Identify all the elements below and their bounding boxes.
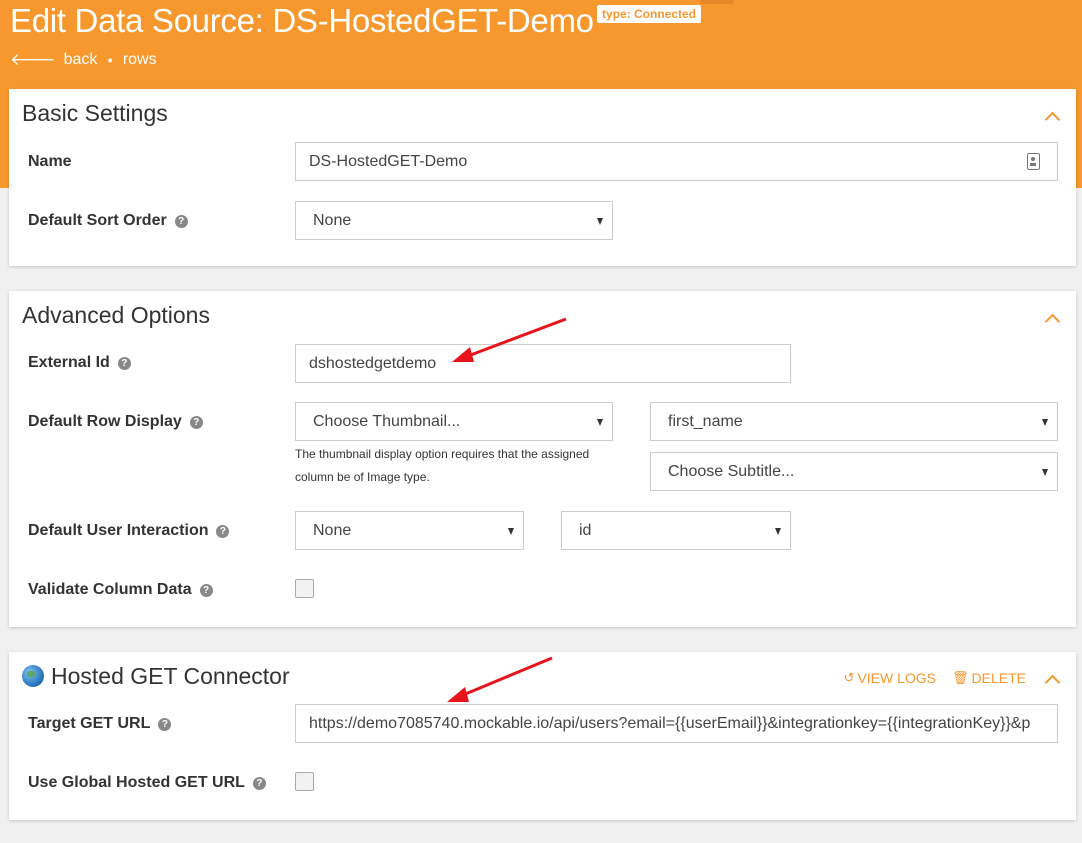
connector-title-text: Hosted GET Connector	[51, 663, 290, 689]
question-circle-icon[interactable]: ?	[216, 524, 230, 538]
page-title: Edit Data Source: DS-HostedGET-Demo	[10, 2, 594, 39]
global-url-label-text: Use Global Hosted GET URL	[28, 774, 245, 791]
subtitle-select[interactable]: Choose Subtitle...	[650, 452, 1058, 491]
question-circle-icon[interactable]: ?	[189, 415, 203, 429]
name-input[interactable]: DS-HostedGET-Demo	[295, 142, 1058, 181]
caret-down-icon	[775, 528, 781, 535]
rows-link[interactable]: rows	[123, 51, 157, 69]
global-url-label: Use Global Hosted GET URL ?	[28, 774, 266, 792]
interaction-value: None	[313, 521, 352, 539]
title-column-value: first_name	[668, 412, 743, 430]
sort-order-value: None	[313, 211, 352, 229]
name-label-text: Name	[28, 153, 72, 170]
row-display-label: Default Row Display ?	[28, 413, 203, 431]
validate-label-text: Validate Column Data	[28, 581, 192, 598]
target-url-input[interactable]: https://demo7085740.mockable.io/api/user…	[295, 704, 1058, 743]
view-logs-label: VIEW LOGS	[857, 670, 937, 686]
interaction-column-value: id	[579, 521, 592, 539]
interaction-column-select[interactable]: id	[561, 511, 791, 550]
basic-settings-title: Basic Settings	[22, 100, 168, 126]
validate-label: Validate Column Data ?	[28, 581, 213, 599]
basic-settings-panel: Basic Settings Name DS-HostedGET-Demo De…	[9, 89, 1076, 266]
breadcrumb: 🡐 back ● rows	[10, 50, 157, 70]
advanced-options-panel: Advanced Options External Id ? dshostedg…	[9, 291, 1076, 627]
question-circle-icon[interactable]: ?	[199, 583, 213, 597]
url-label-text: Target GET URL	[28, 715, 151, 732]
name-label: Name	[28, 153, 72, 171]
delete-button[interactable]: 🗑 DELETE	[952, 670, 1026, 686]
external-id-input[interactable]: dshostedgetdemo	[295, 344, 791, 383]
question-circle-icon[interactable]: ?	[174, 214, 188, 228]
trash-icon: 🗑	[952, 670, 969, 685]
thumbnail-select[interactable]: Choose Thumbnail...	[295, 402, 613, 441]
separator-dot: ●	[107, 55, 113, 65]
connector-actions: ↺ VIEW LOGS 🗑 DELETE	[828, 670, 1026, 686]
validate-checkbox[interactable]	[295, 579, 314, 598]
delete-label: DELETE	[971, 670, 1026, 686]
globe-icon	[22, 665, 44, 687]
chevron-up-icon[interactable]	[1044, 111, 1061, 128]
sort-order-select[interactable]: None	[295, 201, 613, 240]
external-id-label: External Id ?	[28, 354, 131, 372]
target-url-value: https://demo7085740.mockable.io/api/user…	[309, 714, 1031, 732]
interaction-select[interactable]: None	[295, 511, 524, 550]
back-link[interactable]: back	[64, 51, 98, 69]
caret-down-icon	[508, 528, 514, 535]
connector-title: Hosted GET Connector	[22, 663, 290, 690]
thumbnail-value: Choose Thumbnail...	[313, 412, 461, 430]
interaction-label: Default User Interaction ?	[28, 522, 230, 540]
row-display-label-text: Default Row Display	[28, 413, 182, 430]
caret-down-icon	[1042, 419, 1048, 426]
external-id-label-text: External Id	[28, 354, 110, 371]
type-badge: type: Connected	[597, 5, 702, 23]
thumbnail-hint: The thumbnail display option requires th…	[295, 447, 590, 484]
arrow-left-icon[interactable]: 🡐	[10, 50, 56, 70]
chevron-up-icon[interactable]	[1044, 313, 1061, 330]
history-icon: ↺	[843, 670, 855, 685]
question-circle-icon[interactable]: ?	[117, 356, 131, 370]
url-label: Target GET URL ?	[28, 715, 172, 733]
title-column-select[interactable]: first_name	[650, 402, 1058, 441]
question-circle-icon[interactable]: ?	[158, 717, 172, 731]
name-value: DS-HostedGET-Demo	[309, 152, 468, 170]
caret-down-icon	[597, 419, 603, 426]
contact-card-icon[interactable]	[1027, 153, 1040, 170]
chevron-up-icon[interactable]	[1044, 674, 1061, 691]
hosted-get-connector-panel: Hosted GET Connector ↺ VIEW LOGS 🗑 DELET…	[9, 652, 1076, 820]
advanced-options-title: Advanced Options	[22, 302, 210, 328]
question-circle-icon[interactable]: ?	[252, 776, 266, 790]
view-logs-button[interactable]: ↺ VIEW LOGS	[844, 670, 936, 686]
caret-down-icon	[1042, 469, 1048, 476]
interaction-label-text: Default User Interaction	[28, 522, 209, 539]
sort-order-label: Default Sort Order ?	[28, 212, 188, 230]
subtitle-value: Choose Subtitle...	[668, 462, 795, 480]
global-url-checkbox[interactable]	[295, 772, 314, 791]
caret-down-icon	[597, 218, 603, 225]
external-id-value: dshostedgetdemo	[309, 354, 437, 372]
sort-order-label-text: Default Sort Order	[28, 212, 167, 229]
top-tab-marker	[700, 0, 734, 4]
